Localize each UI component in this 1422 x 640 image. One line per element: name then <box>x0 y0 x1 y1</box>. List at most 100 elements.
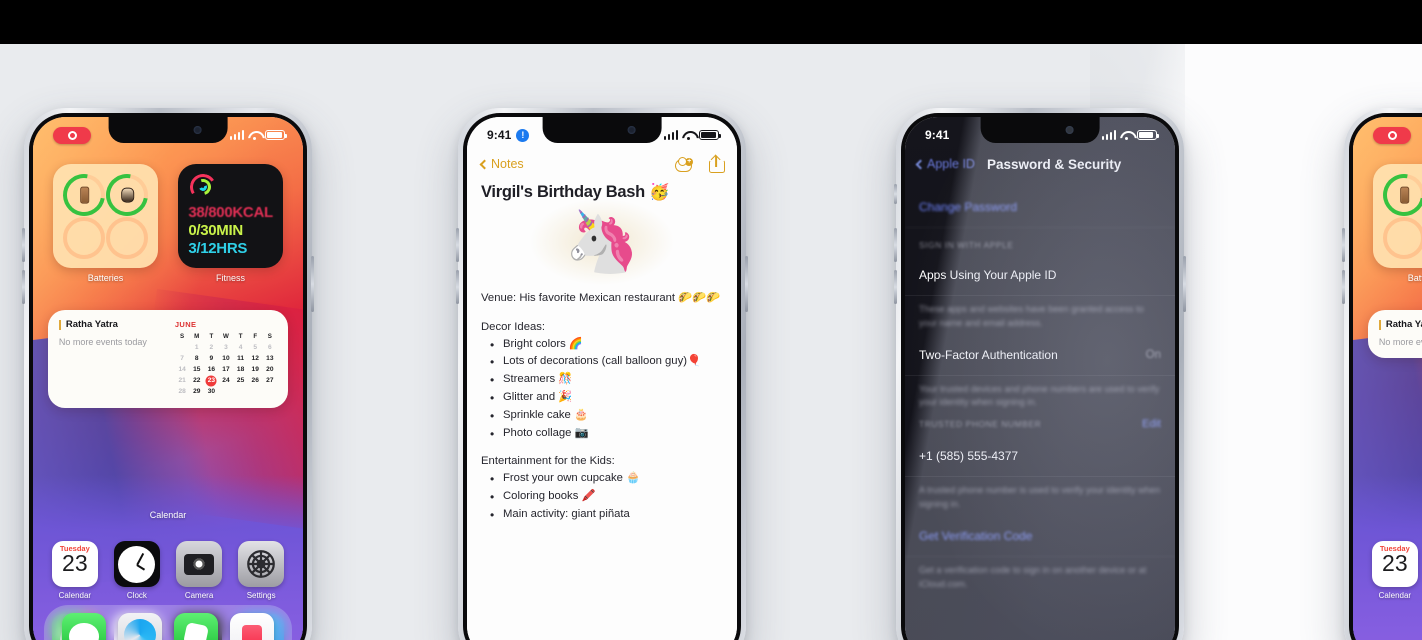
dock-icon-music[interactable] <box>230 613 275 640</box>
phone-2-side-power-button[interactable] <box>745 256 748 312</box>
batteries-widget-card[interactable] <box>53 164 158 269</box>
back-to-apple-id-button[interactable]: Apple ID <box>915 157 975 171</box>
calendar-widget-label: Calendar <box>149 510 187 520</box>
status-bar-time: 9:41 <box>487 128 512 142</box>
app-icon-settings[interactable]: Settings <box>238 541 285 600</box>
trusted-phone-edit-button[interactable]: Edit <box>1142 418 1161 430</box>
calendar-day-21: 21 <box>178 377 186 384</box>
wifi-icon <box>248 130 261 140</box>
notes-app-screen: 9:41 ! Notes + Virgil's Birthday Bash 🥳 … <box>467 117 737 640</box>
gear-shape <box>247 550 275 578</box>
phone-2-notes: 9:41 ! Notes + Virgil's Birthday Bash 🥳 … <box>456 108 748 640</box>
phone-3-mute-switch[interactable] <box>894 184 897 204</box>
change-password-row[interactable]: Change Password <box>905 187 1175 228</box>
chevron-left-icon <box>479 159 490 169</box>
phone-4-volume-down-button[interactable] <box>1342 270 1345 304</box>
batteries-widget[interactable]: Batteries <box>1373 164 1422 283</box>
app-icon-calendar[interactable]: Tuesday 23 Calendar <box>1371 541 1418 600</box>
decor-item-1: Bright colors 🌈 <box>481 336 723 354</box>
pinata-icon: 🦄 <box>564 208 640 275</box>
screen-recording-pill-icon[interactable] <box>53 126 91 144</box>
volume-up-button[interactable] <box>22 228 25 262</box>
watch-icon <box>120 187 134 203</box>
calendar-day-27: 27 <box>266 377 274 384</box>
phone-2-volume-up-button[interactable] <box>456 228 459 262</box>
settings-gear-icon[interactable] <box>238 541 285 587</box>
get-verification-code-note: Get a verification code to sign in on an… <box>919 564 1147 589</box>
phone-4-status-bar <box>1353 117 1422 147</box>
battery-ring-iphone <box>1374 165 1422 224</box>
volume-down-button[interactable] <box>22 270 25 304</box>
phone-4-screen: Batteries Ratha Yatra No more events tod… <box>1353 117 1422 640</box>
phone-3-volume-down-button[interactable] <box>894 270 897 304</box>
dock-icon-phone[interactable] <box>174 613 219 640</box>
phone-4-volume-up-button[interactable] <box>1342 228 1345 262</box>
calendar-day-empty <box>175 343 190 353</box>
trusted-phone-number-row[interactable]: +1 (585) 555-4377 <box>905 436 1175 478</box>
phone-icon <box>79 186 89 204</box>
status-bar-time: 9:41 <box>925 128 950 142</box>
screen-recording-pill-icon[interactable] <box>1373 126 1411 144</box>
phone-3-volume-up-button[interactable] <box>894 228 897 262</box>
phone-4-bezel: Batteries Ratha Yatra No more events tod… <box>1349 113 1422 640</box>
calendar-day-grid: S M T W T F S 1 2 3 4 5 6 7 8 9 10 11 12 13 14 15 16 17 18 19 20 21… <box>175 332 277 397</box>
back-to-notes-button[interactable]: Notes <box>479 157 524 171</box>
add-people-icon[interactable]: + <box>675 156 693 172</box>
calendar-widget[interactable]: Ratha Yatra No more events today JUNE S M… <box>47 310 289 408</box>
battery-ring-iphone <box>54 165 114 224</box>
calendar-icon-day: 23 <box>1382 550 1408 576</box>
calendar-dow-M: M <box>194 333 200 340</box>
calendar-day-11: 11 <box>237 355 245 362</box>
app-icon-calendar[interactable]: Tuesday 23 Calendar <box>51 541 98 600</box>
dock-icon-messages[interactable] <box>61 613 106 640</box>
side-power-button[interactable] <box>311 256 314 312</box>
phone-icon <box>1399 186 1409 204</box>
app-icon-camera[interactable]: Camera <box>176 541 223 600</box>
calendar-dow-W: W <box>223 333 229 340</box>
change-password-label: Change Password <box>919 200 1018 214</box>
fitness-widget[interactable]: 38/800KCAL 0/30MIN 3/12HRS Fitness <box>178 164 283 283</box>
trusted-phone-header: TRUSTED PHONE NUMBER <box>919 419 1042 430</box>
calendar-dow-F: F <box>253 333 258 340</box>
calendar-day-empty <box>248 387 263 397</box>
calendar-widget[interactable]: Ratha Yatra No more events today <box>1367 310 1422 359</box>
phone-3-side-power-button[interactable] <box>1183 256 1186 312</box>
app-icon-clock[interactable]: Clock <box>113 541 160 600</box>
calendar-day-30: 30 <box>207 388 216 395</box>
share-icon[interactable] <box>709 155 725 173</box>
calendar-day-14: 14 <box>178 366 186 373</box>
app-label-calendar: Calendar <box>1378 591 1412 600</box>
phone-4-home-screen-partial: Batteries Ratha Yatra No more events tod… <box>1342 108 1422 640</box>
phone-3-bezel: 9:41 Apple ID Password & Security Change… <box>901 113 1179 640</box>
wifi-icon <box>1120 130 1133 140</box>
calendar-day-18: 18 <box>236 366 245 373</box>
phone-2-volume-down-button[interactable] <box>456 270 459 304</box>
two-factor-authentication-row[interactable]: Two-Factor Authentication On <box>905 335 1175 376</box>
fitness-widget-card[interactable]: 38/800KCAL 0/30MIN 3/12HRS <box>178 164 283 269</box>
calendar-day-7: 7 <box>180 355 184 362</box>
calendar-widget-event: Ratha Yatra No more events today <box>58 319 166 397</box>
calendar-day-9: 9 <box>209 355 214 362</box>
phone-1-notch <box>108 117 228 143</box>
wifi-icon <box>682 130 695 140</box>
trusted-phone-header-row: TRUSTED PHONE NUMBER Edit <box>905 414 1175 436</box>
note-content[interactable]: Virgil's Birthday Bash 🥳 🦄 Venue: His fa… <box>467 183 737 640</box>
calendar-icon[interactable]: Tuesday 23 <box>51 541 98 587</box>
front-camera-icon <box>627 126 636 134</box>
battery-icon <box>265 130 287 140</box>
phone-3-password-security: 9:41 Apple ID Password & Security Change… <box>894 108 1186 640</box>
get-verification-code-row[interactable]: Get Verification Code <box>905 516 1175 557</box>
note-decor-list: Bright colors 🌈Lots of decorations (call… <box>481 336 723 444</box>
get-verification-code-label: Get Verification Code <box>919 528 1033 543</box>
calendar-dow-S: S <box>180 333 185 340</box>
apps-using-apple-id-row[interactable]: Apps Using Your Apple ID <box>905 255 1175 296</box>
apps-using-apple-id-label: Apps Using Your Apple ID <box>919 268 1057 282</box>
calendar-icon[interactable]: Tuesday 23 <box>1371 541 1418 587</box>
batteries-widget-card[interactable] <box>1373 164 1422 269</box>
settings-list: Change Password SIGN IN WITH APPLE Apps … <box>905 187 1175 640</box>
batteries-widget[interactable]: Batteries <box>53 164 158 283</box>
dock-icon-safari[interactable] <box>117 613 162 640</box>
calendar-day-29: 29 <box>193 388 201 395</box>
clock-icon[interactable] <box>113 541 160 587</box>
camera-icon[interactable] <box>176 541 223 587</box>
